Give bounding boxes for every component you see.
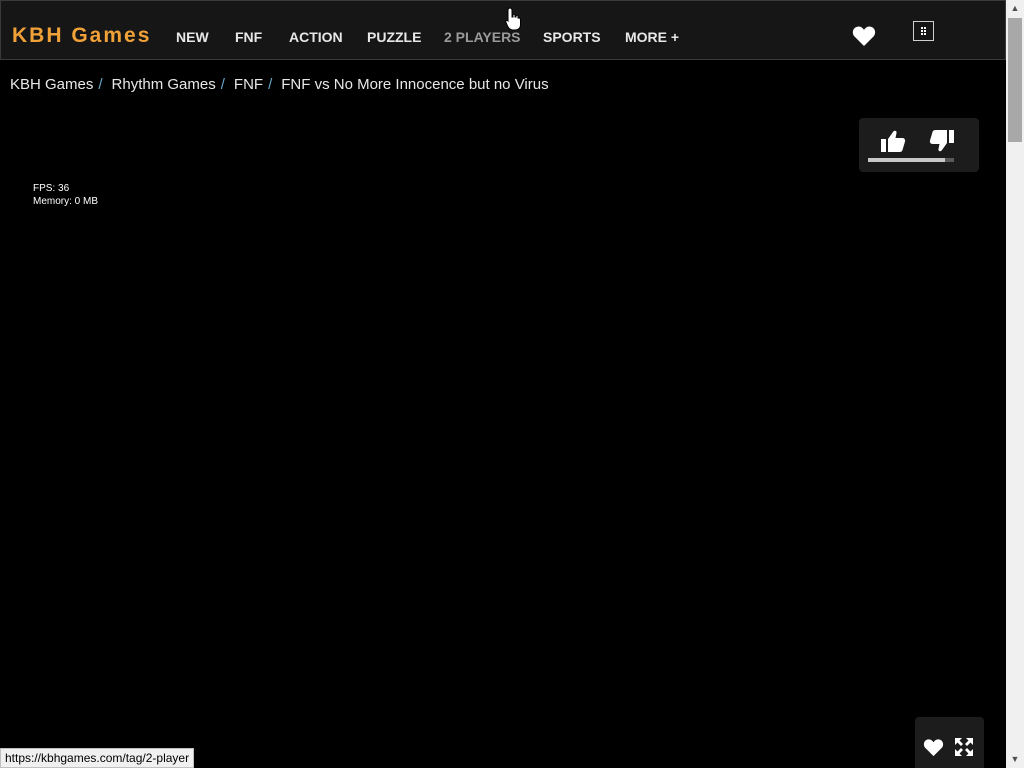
site-logo[interactable]: KBH Games (12, 23, 151, 49)
game-stats-overlay: FPS: 36 Memory: 0 MB (33, 182, 98, 208)
top-navigation-bar: KBH Games NEW FNF ACTION PUZZLE 2 PLAYER… (0, 0, 1006, 60)
scroll-thumb[interactable] (1008, 18, 1022, 142)
vote-ratio-bar (868, 158, 954, 162)
vote-panel (859, 118, 979, 172)
breadcrumb-current-page: FNF vs No More Innocence but no Virus (281, 76, 549, 93)
memory-counter: Memory: 0 MB (33, 196, 99, 207)
hand-cursor-icon (505, 7, 521, 31)
scroll-up-icon[interactable]: ▲ (1006, 0, 1024, 17)
breadcrumb-separator: / (268, 76, 273, 93)
nav-puzzle[interactable]: PUZZLE (367, 28, 421, 46)
nav-more[interactable]: MORE + (625, 28, 679, 46)
fullscreen-icon[interactable] (954, 737, 974, 757)
breadcrumb-fnf[interactable]: FNF (234, 76, 263, 93)
scroll-down-icon[interactable]: ▼ (1006, 751, 1024, 768)
heart-icon[interactable] (923, 738, 944, 757)
vote-ratio-fill (868, 158, 946, 162)
thumbs-up-icon[interactable] (880, 128, 906, 154)
nav-sports[interactable]: SPORTS (543, 28, 601, 46)
nav-fnf[interactable]: FNF (235, 28, 262, 46)
heart-icon[interactable] (851, 25, 877, 47)
fps-counter: FPS: 36 (33, 183, 70, 194)
status-bar-url: https://kbhgames.com/tag/2-player (0, 748, 195, 768)
page-scrollbar[interactable]: ▲ ▼ (1006, 0, 1024, 768)
thumbs-down-icon[interactable] (929, 128, 955, 154)
nav-new[interactable]: NEW (176, 28, 209, 46)
breadcrumb-separator: / (220, 76, 225, 93)
game-controls (915, 717, 984, 768)
grid-menu-icon[interactable] (913, 21, 934, 41)
breadcrumb-separator: / (98, 76, 103, 93)
nav-action[interactable]: ACTION (289, 28, 343, 46)
breadcrumb: KBH Games / Rhythm Games / FNF / FNF vs No Mor… (10, 76, 549, 94)
breadcrumb-rhythm-games[interactable]: Rhythm Games (112, 76, 216, 93)
breadcrumb-home[interactable]: KBH Games (10, 76, 93, 93)
